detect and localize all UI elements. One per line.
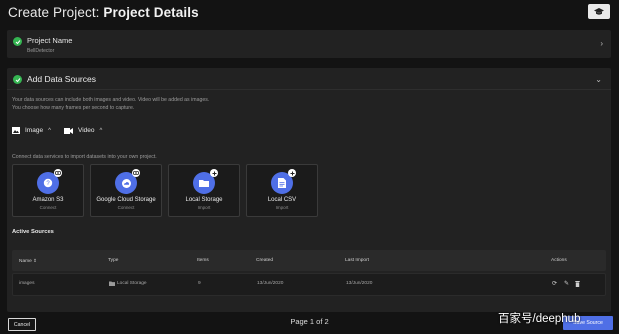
google-cloud-storage-card[interactable]: Google Cloud Storage Connect [90,164,162,217]
card-action: Connect [117,205,135,210]
image-media-label: Image [25,127,44,134]
cell-name: images [19,281,35,286]
edit-icon[interactable]: ✎ [564,280,569,287]
caret-up-icon: ^ [48,127,51,134]
title-strong: Project Details [103,5,199,20]
card-name: Local CSV [267,197,297,203]
video-camera-icon [64,127,73,134]
delete-icon[interactable] [575,281,580,289]
graduation-cap-icon [594,7,604,15]
card-name: Local Storage [185,197,223,203]
cell-last-import: 13/Jun/2020 [346,281,373,286]
refresh-icon[interactable]: ⟳ [552,280,557,287]
data-sources-panel: Add Data Sources ⌄ Your data sources can… [7,68,611,312]
data-sources-label: Add Data Sources [27,74,96,84]
plus-icon [288,169,296,177]
link-icon [132,169,140,177]
project-name-panel[interactable]: Project Name BellDetector › [7,30,611,58]
card-name: Google Cloud Storage [96,197,156,203]
project-name-value: BellDetector [27,48,55,54]
card-action: Import [197,205,211,210]
card-action: Connect [39,205,57,210]
table-row[interactable]: images Local Storage 9 13/Jun/2020 13/Ju… [12,273,606,296]
amazon-s3-card[interactable]: ? Amazon S3 Connect [12,164,84,217]
card-action: Import [275,205,289,210]
page-title: Create Project: Project Details [8,5,199,20]
description-line-1: Your data sources can include both image… [12,97,210,103]
column-header-actions: Actions [551,258,567,263]
local-csv-card[interactable]: Local CSV Import [246,164,318,217]
column-header-name[interactable]: Name ⇕ [19,258,37,264]
watermark: 百家号/deephub [498,313,581,325]
cell-created: 13/Jun/2020 [257,281,284,286]
image-media-toggle[interactable]: Image ^ [12,127,51,134]
page-header: Create Project: Project Details [8,0,619,26]
column-header-created: Created [256,258,274,263]
column-header-last-import: Last Import [345,258,369,263]
success-check-icon [13,37,22,46]
card-name: Amazon S3 [32,197,64,203]
column-header-type: Type [108,258,119,263]
active-sources-title: Active Sources [12,229,54,235]
table-header: Name ⇕ Type Items Created Last Import Ac… [12,250,606,271]
video-media-label: Video [78,127,95,134]
sort-icon: ⇕ [33,258,37,263]
local-storage-card[interactable]: Local Storage Import [168,164,240,217]
description-line-2: You choose how many frames per second to… [12,105,135,111]
connect-description: Connect data services to import datasets… [12,154,157,160]
plus-icon [210,169,218,177]
link-icon [54,169,62,177]
column-header-items: Items [197,258,209,263]
video-media-toggle[interactable]: Video ^ [64,127,102,134]
success-check-icon [13,75,22,84]
help-button[interactable] [588,4,610,19]
chevron-right-icon[interactable]: › [600,39,603,48]
chevron-down-icon[interactable]: ⌄ [595,75,602,84]
panel-divider [7,89,611,90]
caret-up-icon: ^ [99,127,103,134]
project-name-label: Project Name [27,36,73,45]
image-icon [12,127,20,134]
cell-items: 9 [198,281,201,286]
cell-type: Local Storage [109,281,147,286]
title-prefix: Create Project: [8,5,100,20]
folder-icon [109,281,115,286]
